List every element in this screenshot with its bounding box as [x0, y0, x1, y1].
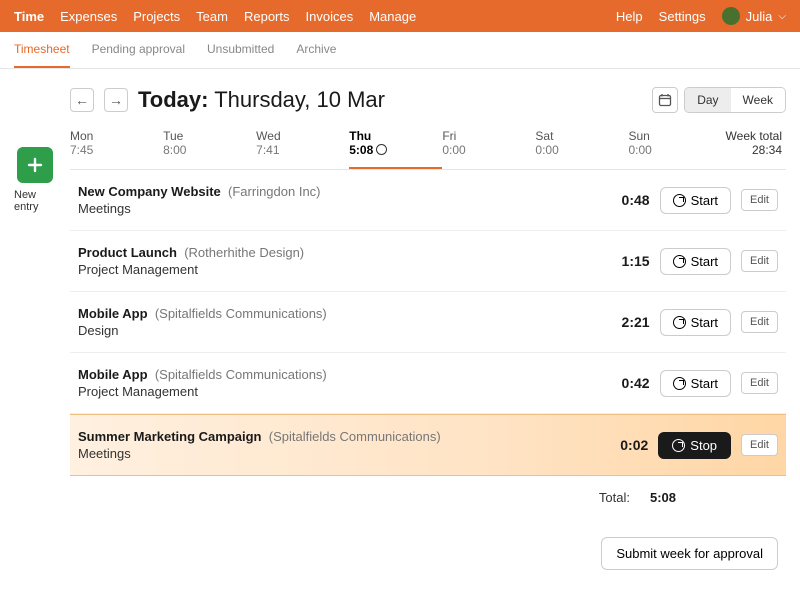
- new-entry-label: New entry: [14, 189, 56, 213]
- calendar-button[interactable]: [652, 87, 678, 113]
- help-link[interactable]: Help: [616, 9, 643, 24]
- start-button[interactable]: Start: [660, 248, 731, 275]
- day-wed[interactable]: Wed 7:41: [256, 125, 349, 169]
- total-value: 5:08: [650, 490, 676, 505]
- clock-icon: [673, 255, 686, 268]
- top-nav-right: Help Settings Julia ⌵: [616, 7, 786, 25]
- prev-day-button[interactable]: ←: [70, 88, 94, 112]
- time-entry: Mobile App (Spitalfields Communications)…: [70, 353, 786, 414]
- nav-invoices[interactable]: Invoices: [306, 9, 354, 24]
- day-fri[interactable]: Fri0:00: [442, 125, 535, 169]
- entry-duration: 0:48: [600, 192, 650, 208]
- running-icon: [376, 144, 387, 155]
- plus-icon: [25, 155, 45, 175]
- start-button[interactable]: Start: [660, 309, 731, 336]
- view-toggle: Day Week: [684, 87, 786, 113]
- nav-team[interactable]: Team: [196, 9, 228, 24]
- day-total-row: Total: 5:08: [70, 476, 786, 519]
- nav-reports[interactable]: Reports: [244, 9, 290, 24]
- top-nav-left: Time Expenses Projects Team Reports Invo…: [14, 9, 416, 24]
- edit-button[interactable]: Edit: [741, 250, 778, 272]
- day-sun[interactable]: Sun0:00: [628, 125, 721, 169]
- clock-icon: [673, 316, 686, 329]
- nav-expenses[interactable]: Expenses: [60, 9, 117, 24]
- time-entry-running: Summer Marketing Campaign (Spitalfields …: [70, 414, 786, 476]
- time-entry: New Company Website (Farringdon Inc) Mee…: [70, 170, 786, 231]
- next-day-button[interactable]: →: [104, 88, 128, 112]
- user-menu[interactable]: Julia ⌵: [722, 7, 786, 25]
- tab-unsubmitted[interactable]: Unsubmitted: [207, 42, 274, 68]
- edit-button[interactable]: Edit: [741, 311, 778, 333]
- nav-time[interactable]: Time: [14, 9, 44, 24]
- stop-button[interactable]: Stop: [658, 432, 731, 459]
- nav-projects[interactable]: Projects: [133, 9, 180, 24]
- page-title: Today: Thursday, 10 Mar: [138, 87, 385, 113]
- view-day-option[interactable]: Day: [685, 88, 730, 112]
- clock-icon: [673, 377, 686, 390]
- top-nav: Time Expenses Projects Team Reports Invo…: [0, 0, 800, 32]
- edit-button[interactable]: Edit: [741, 434, 778, 456]
- edit-button[interactable]: Edit: [741, 372, 778, 394]
- time-entry: Product Launch (Rotherhithe Design) Proj…: [70, 231, 786, 292]
- day-mon[interactable]: Mon 7:45: [70, 125, 163, 169]
- day-thu[interactable]: Thu 5:08: [349, 125, 442, 169]
- settings-link[interactable]: Settings: [659, 9, 706, 24]
- tab-timesheet[interactable]: Timesheet: [14, 42, 70, 68]
- start-button[interactable]: Start: [660, 187, 731, 214]
- entry-duration: 2:21: [600, 314, 650, 330]
- week-total: Week total 28:34: [722, 125, 786, 169]
- user-name: Julia: [746, 9, 773, 24]
- view-week-option[interactable]: Week: [731, 88, 785, 112]
- nav-manage[interactable]: Manage: [369, 9, 416, 24]
- clock-icon: [672, 439, 685, 452]
- entry-duration: 0:02: [598, 437, 648, 453]
- clock-icon: [673, 194, 686, 207]
- day-tue[interactable]: Tue 8:00: [163, 125, 256, 169]
- header-row: ← → Today: Thursday, 10 Mar Day Week: [70, 87, 786, 113]
- submit-week-button[interactable]: Submit week for approval: [601, 537, 778, 570]
- avatar: [722, 7, 740, 25]
- tab-archive[interactable]: Archive: [296, 42, 336, 68]
- start-button[interactable]: Start: [660, 370, 731, 397]
- entry-duration: 0:42: [600, 375, 650, 391]
- main-panel: ← → Today: Thursday, 10 Mar Day Week Mon…: [70, 87, 786, 570]
- edit-button[interactable]: Edit: [741, 189, 778, 211]
- chevron-down-icon: ⌵: [778, 11, 786, 22]
- sub-tabs: Timesheet Pending approval Unsubmitted A…: [0, 32, 800, 69]
- entries-list: New Company Website (Farringdon Inc) Mee…: [70, 170, 786, 476]
- week-strip: Mon 7:45 Tue 8:00 Wed 7:41 Thu 5:08 Fri0…: [70, 125, 786, 170]
- new-entry-button[interactable]: [17, 147, 53, 183]
- day-sat[interactable]: Sat0:00: [535, 125, 628, 169]
- calendar-icon: [658, 93, 672, 107]
- total-label: Total:: [599, 490, 630, 505]
- entry-duration: 1:15: [600, 253, 650, 269]
- time-entry: Mobile App (Spitalfields Communications)…: [70, 292, 786, 353]
- tab-pending-approval[interactable]: Pending approval: [92, 42, 185, 68]
- sidebar: New entry: [14, 147, 56, 570]
